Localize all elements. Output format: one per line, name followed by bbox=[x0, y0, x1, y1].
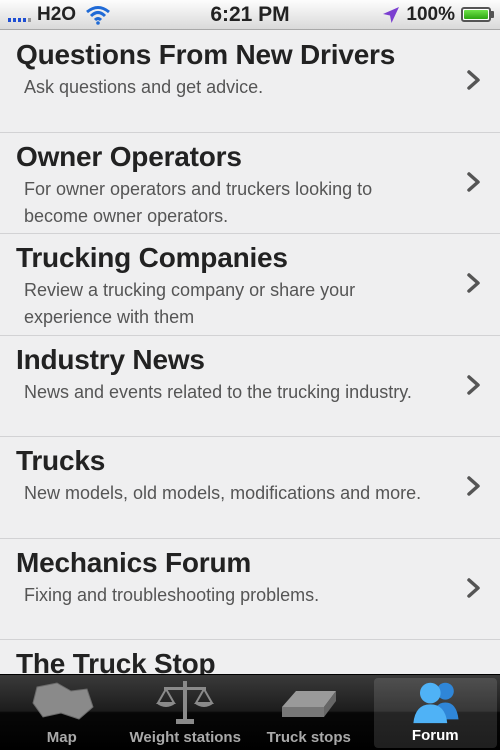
chevron-right-icon bbox=[467, 273, 480, 293]
forum-item-title: Questions From New Drivers bbox=[16, 39, 396, 70]
forum-item-industry-news[interactable]: Industry News News and events related to… bbox=[0, 335, 500, 437]
forum-item-description: Review a trucking company or share your … bbox=[24, 280, 356, 327]
forum-item-truck-stop[interactable]: The Truck Stop bbox=[0, 640, 500, 674]
forum-item-description: For owner operators and truckers looking… bbox=[24, 178, 373, 226]
forum-item-title: Owner Operators bbox=[16, 140, 242, 172]
location-arrow-icon bbox=[383, 6, 400, 23]
tab-label: Weight stations bbox=[129, 729, 241, 746]
chevron-right-icon bbox=[467, 70, 480, 90]
forum-item-description: New models, old models, modifications an… bbox=[24, 483, 422, 503]
status-bar: H2O 6:21 PM 100% bbox=[0, 0, 500, 30]
tab-label: Map bbox=[46, 729, 77, 746]
chevron-right-icon bbox=[467, 171, 480, 192]
wifi-icon bbox=[86, 5, 111, 25]
forum-item-trucking-companies[interactable]: Trucking Companies Review a trucking com… bbox=[0, 234, 500, 336]
tab-label: Forum bbox=[411, 727, 459, 744]
map-icon bbox=[32, 682, 94, 720]
battery-percent: 100% bbox=[406, 3, 455, 25]
forum-item-trucks[interactable]: Trucks New models, old models, modificat… bbox=[0, 437, 500, 539]
tab-truck-stops[interactable]: Truck stops bbox=[247, 675, 371, 750]
forum-item-description: Ask questions and get advice. bbox=[24, 77, 264, 97]
tab-map[interactable]: Map bbox=[0, 675, 124, 750]
forum-item-mechanics[interactable]: Mechanics Forum Fixing and troubleshooti… bbox=[0, 538, 500, 640]
battery-icon bbox=[461, 7, 494, 22]
truck-icon bbox=[281, 691, 336, 717]
tab-label: Truck stops bbox=[266, 729, 351, 746]
carrier-name: H2O bbox=[37, 3, 77, 25]
people-icon bbox=[413, 682, 459, 724]
status-left: H2O bbox=[8, 4, 111, 26]
forum-item-title: Mechanics Forum bbox=[16, 546, 252, 578]
chevron-right-icon bbox=[467, 577, 480, 598]
forum-item-title: Trucking Companies bbox=[16, 242, 288, 273]
status-right: 100% bbox=[382, 4, 494, 26]
forum-item-description: News and events related to the trucking … bbox=[24, 381, 412, 402]
forum-list: Questions From New Drivers Ask questions… bbox=[0, 31, 500, 674]
forum-item-title: The Truck Stop bbox=[16, 648, 216, 674]
forum-item-description: Fixing and troubleshooting problems. bbox=[24, 584, 320, 605]
tab-bar: Map Weight stations Truck stops Forum bbox=[0, 674, 500, 750]
forum-item-owner-operators[interactable]: Owner Operators For owner operators and … bbox=[0, 132, 500, 234]
forum-item-title: Trucks bbox=[16, 445, 106, 476]
tab-forum[interactable]: Forum bbox=[373, 678, 497, 748]
signal-strength-icon bbox=[8, 8, 31, 22]
chevron-right-icon bbox=[467, 476, 480, 496]
forum-item-title: Industry News bbox=[16, 343, 205, 375]
scale-icon bbox=[156, 681, 215, 724]
chevron-right-icon bbox=[467, 374, 480, 395]
forum-item-new-drivers[interactable]: Questions From New Drivers Ask questions… bbox=[0, 31, 500, 133]
tab-weight-stations[interactable]: Weight stations bbox=[124, 675, 248, 750]
